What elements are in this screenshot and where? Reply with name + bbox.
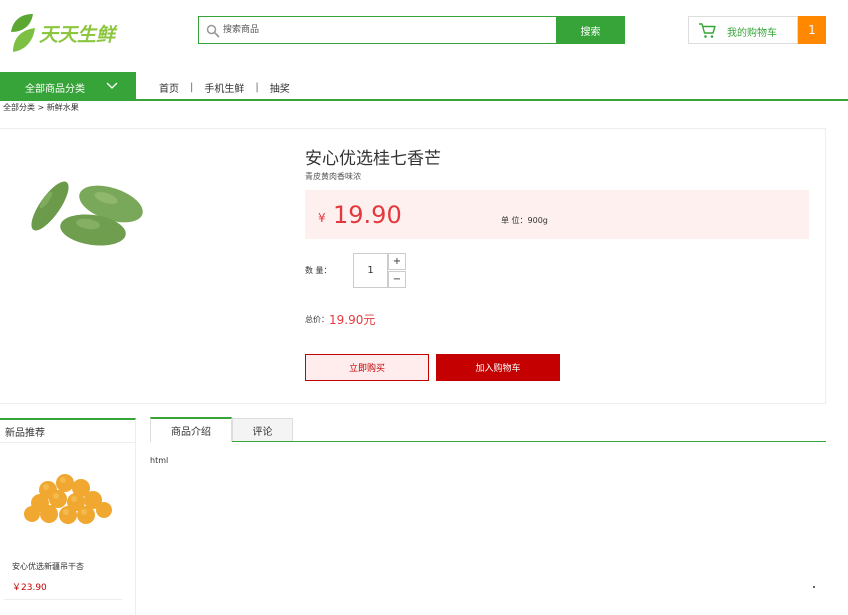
all-categories-button[interactable]: 全部商品分类 — [0, 72, 136, 100]
leaf-icon — [11, 14, 35, 52]
new-product-image-apricot[interactable] — [18, 468, 114, 530]
nav-divider — [0, 99, 848, 101]
chevron-down-icon — [106, 82, 118, 89]
my-cart-button[interactable]: 我的购物车 — [688, 16, 798, 44]
search-input[interactable] — [223, 21, 543, 39]
shopping-cart-icon — [699, 23, 716, 38]
quantity-input[interactable]: 1 — [353, 253, 388, 288]
search-icon — [206, 24, 220, 38]
nav-separator: | — [255, 82, 259, 93]
product-unit: 单 位：900g — [501, 216, 548, 225]
product-name: 安心优选桂七香芒 — [305, 149, 441, 169]
main-nav: 首页 | 手机生鲜 | 抽奖 — [159, 80, 290, 95]
total-price-label: 总价： — [305, 315, 329, 324]
new-product-price: ￥23.90 — [12, 583, 47, 593]
breadcrumb: 全部分类 > 新鲜水果 — [3, 103, 79, 112]
tab-product-intro[interactable]: 商品介绍 — [150, 417, 232, 442]
new-products-title: 新品推荐 — [5, 428, 45, 439]
site-logo[interactable]: 天天生鲜 — [9, 12, 119, 54]
divider — [0, 442, 136, 443]
nav-item-home[interactable]: 首页 — [159, 80, 179, 95]
product-image-mango — [31, 181, 143, 246]
product-description: 青皮黄肉香味浓 — [305, 172, 361, 181]
new-product-name[interactable]: 安心优选新疆吊干杏 — [12, 561, 84, 572]
quantity-decrease-button[interactable]: − — [388, 271, 406, 288]
product-price: 19.90 — [333, 201, 402, 229]
quantity-label: 数 量： — [305, 266, 332, 275]
decorative-dot — [813, 586, 815, 588]
total-price-value: 19.90元 — [329, 313, 376, 327]
all-categories-label: 全部商品分类 — [25, 84, 85, 95]
nav-separator: | — [190, 82, 194, 93]
tab-reviews[interactable]: 评论 — [232, 418, 293, 441]
divider — [4, 599, 122, 600]
tab-content: html — [150, 456, 169, 465]
search-box[interactable] — [198, 16, 556, 44]
currency-symbol: ¥ — [318, 211, 326, 225]
nav-item-lottery[interactable]: 抽奖 — [270, 80, 290, 95]
cart-label: 我的购物车 — [727, 28, 777, 39]
nav-item-mobile-fresh[interactable]: 手机生鲜 — [204, 80, 244, 95]
logo-text: 天天生鲜 — [39, 24, 116, 46]
quantity-increase-button[interactable]: + — [388, 253, 406, 270]
buy-now-button[interactable]: 立即购买 — [305, 354, 429, 381]
tab-divider — [150, 441, 826, 442]
add-to-cart-button[interactable]: 加入购物车 — [436, 354, 560, 381]
cart-count-badge[interactable]: 1 — [798, 16, 826, 44]
search-button[interactable]: 搜索 — [556, 16, 625, 44]
price-box: ¥ 19.90 单 位：900g — [305, 190, 809, 239]
